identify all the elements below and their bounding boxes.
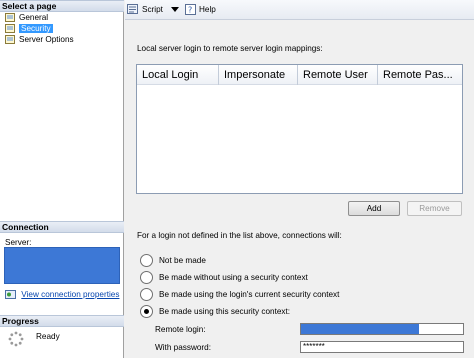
login-mappings-grid[interactable]: Local Login Impersonate Remote User Remo…	[136, 64, 463, 194]
page-icon	[5, 24, 15, 33]
view-connection-properties-link[interactable]: View connection properties	[21, 290, 119, 299]
script-icon	[127, 4, 138, 15]
progress-status-label: Ready	[36, 332, 60, 341]
mapping-label: Local server login to remote server logi…	[137, 44, 323, 53]
remote-login-selected-value	[301, 324, 419, 334]
page-icon	[5, 13, 15, 22]
column-remote-password[interactable]: Remote Pas...	[378, 65, 462, 85]
radio-button[interactable]	[140, 288, 153, 301]
connection-header: Connection	[0, 221, 124, 233]
add-button[interactable]: Add	[348, 201, 400, 216]
page-item-server-options[interactable]: Server Options	[0, 34, 123, 45]
toolbar: Script ? Help	[125, 0, 474, 20]
help-button[interactable]: ? Help	[185, 4, 216, 16]
page-item-general[interactable]: General	[0, 12, 123, 23]
page-item-security[interactable]: Security	[0, 23, 123, 34]
radio-button[interactable]	[140, 271, 153, 284]
page-list: General Security Server Options	[0, 12, 123, 45]
column-remote-user[interactable]: Remote User	[298, 65, 378, 85]
option-label: Not be made	[159, 256, 206, 265]
radio-button-checked[interactable]	[140, 305, 153, 318]
page-item-label: Security	[19, 24, 53, 33]
progress-header: Progress	[0, 315, 124, 327]
properties-icon	[5, 290, 16, 300]
progress-spinner-icon	[8, 331, 24, 347]
remote-login-input[interactable]	[300, 323, 464, 335]
column-local-login[interactable]: Local Login	[137, 65, 219, 85]
script-dropdown-icon[interactable]	[171, 7, 179, 12]
server-value-box	[4, 247, 120, 284]
option-label: Be made using the login's current securi…	[159, 290, 340, 299]
grid-header: Local Login Impersonate Remote User Remo…	[137, 65, 462, 85]
left-pane: Select a page General Security Server Op…	[0, 0, 124, 358]
remove-button[interactable]: Remove	[407, 201, 462, 216]
column-impersonate[interactable]: Impersonate	[219, 65, 298, 85]
script-label: Script	[142, 5, 163, 14]
view-connection-properties[interactable]: View connection properties	[5, 290, 119, 300]
select-page-header: Select a page	[0, 0, 124, 12]
progress-status: Ready	[8, 331, 60, 349]
svg-text:?: ?	[188, 6, 192, 15]
remote-login-label: Remote login:	[155, 325, 206, 334]
password-input[interactable]: *******	[300, 341, 464, 353]
help-icon: ?	[185, 4, 196, 16]
server-label: Server:	[5, 238, 32, 247]
radio-button[interactable]	[140, 254, 153, 267]
password-value: *******	[303, 342, 325, 351]
script-button[interactable]: Script	[127, 4, 163, 16]
option-label: Be made without using a security context	[159, 273, 308, 282]
undefined-login-label: For a login not defined in the list abov…	[137, 231, 342, 240]
password-label: With password:	[155, 343, 211, 352]
page-item-label: Server Options	[19, 35, 74, 44]
option-label: Be made using this security context:	[159, 307, 291, 316]
page-item-label: General	[19, 13, 49, 22]
page-icon	[5, 35, 15, 44]
help-label: Help	[199, 5, 216, 14]
